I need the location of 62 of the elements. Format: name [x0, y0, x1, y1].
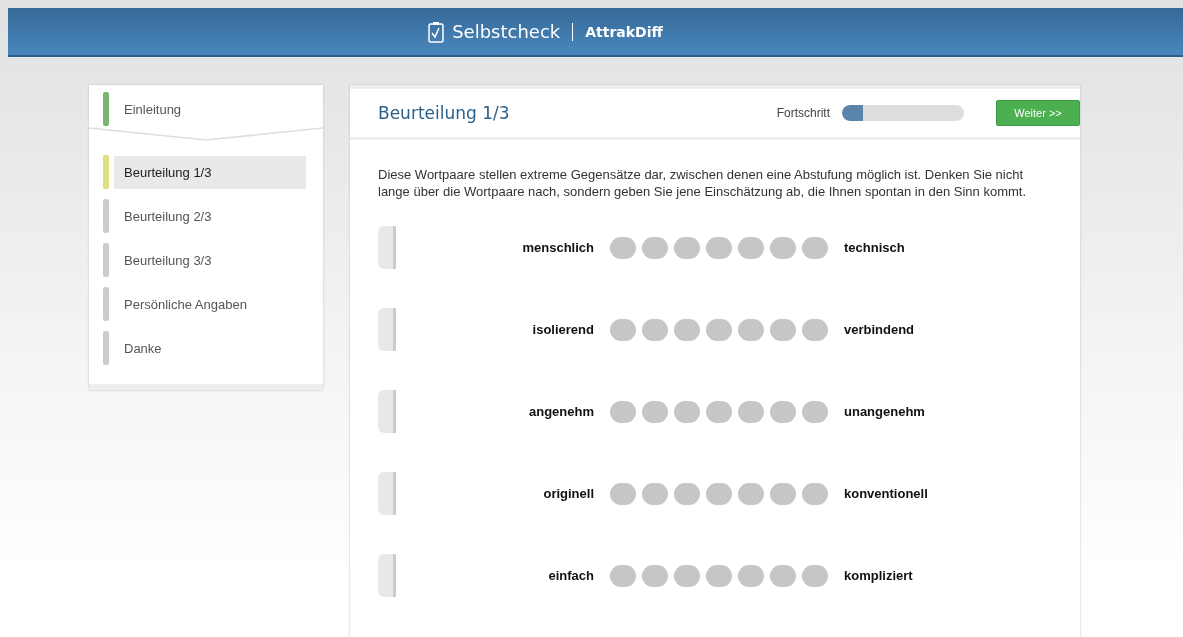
- rating-option[interactable]: [610, 400, 636, 423]
- right-word: konventionell: [844, 486, 928, 501]
- rating-option[interactable]: [642, 482, 668, 505]
- rating-option[interactable]: [738, 482, 764, 505]
- rating-option[interactable]: [674, 318, 700, 341]
- rating-option[interactable]: [802, 236, 828, 259]
- rating-option[interactable]: [674, 400, 700, 423]
- rating-option[interactable]: [738, 318, 764, 341]
- left-word: angenehm: [528, 404, 595, 419]
- sidebar-item[interactable]: Beurteilung 3/3: [114, 243, 306, 277]
- rating-option[interactable]: [610, 482, 636, 505]
- rating-option[interactable]: [802, 564, 828, 587]
- sidebar-item[interactable]: Persönliche Angaben: [114, 287, 306, 321]
- rating-option[interactable]: [642, 318, 668, 341]
- rating-option[interactable]: [642, 400, 668, 423]
- right-word: verbindend: [844, 322, 915, 337]
- right-word: technisch: [844, 240, 905, 255]
- rating-option[interactable]: [770, 400, 796, 423]
- rating-option[interactable]: [770, 236, 796, 259]
- product-name: AttrakDiff: [585, 23, 663, 40]
- sidebar-item[interactable]: Einleitung: [114, 92, 306, 126]
- rating-option[interactable]: [674, 482, 700, 505]
- clipboard-check-icon: [428, 20, 445, 43]
- row-marker: [378, 554, 396, 597]
- row-marker: [378, 308, 396, 351]
- rating-option[interactable]: [802, 318, 828, 341]
- sidebar-item[interactable]: Beurteilung 1/3: [114, 155, 306, 189]
- left-word: menschlich: [521, 240, 595, 255]
- instructions-text: Diese Wortpaare stellen extreme Gegensätze dar, zwischen denen eine Abstufung möglich ist. Denken Sie nicht lange über die Wortpaare nach, sondern geben Sie jene Einschätzung ab, die Ihnen spontan in den Sinn kommt.: [378, 166, 1028, 200]
- left-word: isolierend: [531, 322, 595, 337]
- row-marker: [378, 472, 396, 515]
- rating-option[interactable]: [674, 564, 700, 587]
- rating-option[interactable]: [706, 318, 732, 341]
- rating-option[interactable]: [706, 400, 732, 423]
- rating-option[interactable]: [642, 236, 668, 259]
- rating-option[interactable]: [610, 318, 636, 341]
- rating-option[interactable]: [770, 318, 796, 341]
- rating-option[interactable]: [706, 564, 732, 587]
- rating-option[interactable]: [610, 564, 636, 587]
- right-word: kompliziert: [844, 568, 913, 583]
- rating-option[interactable]: [770, 564, 796, 587]
- sidebar-item[interactable]: Beurteilung 2/3: [114, 199, 306, 233]
- page-title: Beurteilung 1/3: [378, 103, 510, 123]
- row-marker: [378, 226, 396, 269]
- row-marker: [378, 390, 396, 433]
- rating-option[interactable]: [706, 236, 732, 259]
- rating-option[interactable]: [738, 236, 764, 259]
- rating-option[interactable]: [610, 236, 636, 259]
- rating-option[interactable]: [802, 482, 828, 505]
- right-word: unangenehm: [844, 404, 925, 419]
- rating-option[interactable]: [802, 400, 828, 423]
- rating-option[interactable]: [770, 482, 796, 505]
- rating-option[interactable]: [642, 564, 668, 587]
- sidebar-item[interactable]: Danke: [114, 331, 306, 365]
- rating-option[interactable]: [706, 482, 732, 505]
- left-word: originell: [542, 486, 595, 501]
- progress-label: Fortschritt: [776, 106, 830, 120]
- rating-option[interactable]: [738, 400, 764, 423]
- rating-option[interactable]: [674, 236, 700, 259]
- rating-option[interactable]: [738, 564, 764, 587]
- left-word: einfach: [547, 568, 595, 583]
- brand-name: Selbstcheck: [452, 21, 561, 42]
